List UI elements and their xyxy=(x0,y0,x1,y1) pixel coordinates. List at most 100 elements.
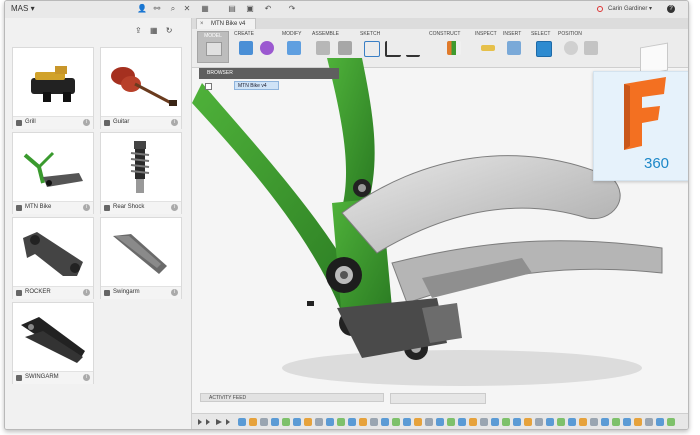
timeline-feature-icon[interactable] xyxy=(634,418,642,426)
timeline-feature-icon[interactable] xyxy=(480,418,488,426)
assemble-menu[interactable]: ASSEMBLE xyxy=(312,31,339,37)
timeline-feature-icon[interactable] xyxy=(458,418,466,426)
timeline-feature-icon[interactable] xyxy=(370,418,378,426)
undo-icon[interactable]: ↶ xyxy=(263,4,273,14)
info-icon[interactable]: i xyxy=(171,204,178,211)
browser-root-row[interactable]: MTN Bike v4 xyxy=(199,81,299,91)
grid-view-icon[interactable]: ▦ xyxy=(150,26,158,35)
person-icon[interactable]: 👤 xyxy=(137,4,147,14)
search-icon[interactable]: ⌕ xyxy=(168,4,178,14)
timeline-feature-icon[interactable] xyxy=(436,418,444,426)
box-icon[interactable] xyxy=(239,41,253,55)
close-icon[interactable]: ✕ xyxy=(182,4,192,14)
sketch-dimension-icon[interactable] xyxy=(385,41,401,57)
redo-icon[interactable]: ↷ xyxy=(287,4,297,14)
timeline-feature-icon[interactable] xyxy=(469,418,477,426)
info-icon[interactable]: i xyxy=(171,289,178,296)
timeline-feature-icon[interactable] xyxy=(271,418,279,426)
line-icon[interactable] xyxy=(406,41,420,57)
joint-icon[interactable] xyxy=(316,41,330,55)
timeline-feature-icon[interactable] xyxy=(612,418,620,426)
timeline-feature-icon[interactable] xyxy=(502,418,510,426)
timeline-feature-icon[interactable] xyxy=(381,418,389,426)
timeline-feature-icon[interactable] xyxy=(601,418,609,426)
design-card-mtn-bike[interactable]: MTN Bike i xyxy=(12,132,94,214)
user-menu[interactable]: Carin Gardiner ▾ xyxy=(608,5,652,12)
timeline-feature-icon[interactable] xyxy=(579,418,587,426)
timeline-feature-icon[interactable] xyxy=(667,418,675,426)
activity-feed-bar[interactable]: ACTIVITY FEED xyxy=(200,393,384,402)
record-icon[interactable] xyxy=(597,6,603,12)
timeline-feature-icon[interactable] xyxy=(546,418,554,426)
upload-icon[interactable]: ⇪ xyxy=(135,26,142,35)
timeline-feature-icon[interactable] xyxy=(557,418,565,426)
save-icon[interactable]: ▣ xyxy=(245,4,255,14)
timeline-feature-icon[interactable] xyxy=(414,418,422,426)
timeline-feature-icon[interactable] xyxy=(524,418,532,426)
design-card-swingarm[interactable]: Swingarm i xyxy=(100,217,182,299)
timeline-feature-icon[interactable] xyxy=(392,418,400,426)
info-icon[interactable]: i xyxy=(83,374,90,381)
construct-menu[interactable]: CONSTRUCT xyxy=(429,31,460,37)
design-card-rear-shock[interactable]: Rear Shock i xyxy=(100,132,182,214)
info-icon[interactable]: i xyxy=(171,119,178,126)
timeline-feature-icon[interactable] xyxy=(590,418,598,426)
info-icon[interactable]: i xyxy=(83,289,90,296)
timeline-feature-icon[interactable] xyxy=(304,418,312,426)
timeline-feature-icon[interactable] xyxy=(425,418,433,426)
timeline-feature-icon[interactable] xyxy=(568,418,576,426)
press-pull-icon[interactable] xyxy=(287,41,301,55)
sketch-arc-icon[interactable] xyxy=(364,41,380,57)
timeline-feature-icon[interactable] xyxy=(623,418,631,426)
timeline-feature-icon[interactable] xyxy=(359,418,367,426)
modify-menu[interactable]: MODIFY xyxy=(282,31,301,37)
navigation-bar[interactable] xyxy=(390,393,486,404)
create-menu[interactable]: CREATE xyxy=(234,31,254,37)
measure-icon[interactable] xyxy=(481,45,495,51)
position-menu[interactable]: POSITION xyxy=(558,31,582,37)
timeline-feature-icon[interactable] xyxy=(260,418,268,426)
insert-menu[interactable]: INSERT xyxy=(503,31,521,37)
timeline-feature-icon[interactable] xyxy=(348,418,356,426)
timeline-feature-icon[interactable] xyxy=(293,418,301,426)
timeline-feature-icon[interactable] xyxy=(337,418,345,426)
timeline-feature-icon[interactable] xyxy=(535,418,543,426)
visibility-toggle[interactable] xyxy=(205,83,212,90)
design-card-guitar[interactable]: Guitar i xyxy=(100,47,182,129)
sketch-menu[interactable]: SKETCH xyxy=(360,31,380,37)
browser-root-item[interactable]: MTN Bike v4 xyxy=(234,81,279,90)
revert-position-icon[interactable] xyxy=(584,41,598,55)
info-icon[interactable]: i xyxy=(83,119,90,126)
network-icon[interactable]: ⚯ xyxy=(152,4,162,14)
timeline-feature-icon[interactable] xyxy=(249,418,257,426)
file-icon[interactable]: ▤ xyxy=(227,4,237,14)
inspect-menu[interactable]: INSPECT xyxy=(475,31,497,37)
document-tab[interactable]: × MTN Bike v4 xyxy=(196,18,256,29)
timeline-features[interactable] xyxy=(192,414,688,430)
timeline-feature-icon[interactable] xyxy=(513,418,521,426)
timeline[interactable] xyxy=(192,413,688,430)
timeline-feature-icon[interactable] xyxy=(447,418,455,426)
timeline-feature-icon[interactable] xyxy=(403,418,411,426)
info-icon[interactable]: i xyxy=(83,204,90,211)
timeline-feature-icon[interactable] xyxy=(645,418,653,426)
timeline-feature-icon[interactable] xyxy=(315,418,323,426)
plane-icon[interactable] xyxy=(447,41,461,55)
insert-image-icon[interactable] xyxy=(507,41,521,55)
as-built-joint-icon[interactable] xyxy=(338,41,352,55)
timeline-feature-icon[interactable] xyxy=(491,418,499,426)
sphere-icon[interactable] xyxy=(260,41,274,55)
design-card-swingarm-2[interactable]: SWINGARM i xyxy=(12,302,94,384)
select-menu[interactable]: SELECT xyxy=(531,31,550,37)
browser-panel-header[interactable]: BROWSER xyxy=(199,68,339,79)
grid-icon[interactable]: ▦ xyxy=(200,4,210,14)
design-card-grill[interactable]: Grill i xyxy=(12,47,94,129)
timeline-feature-icon[interactable] xyxy=(238,418,246,426)
help-icon[interactable]: ? xyxy=(667,5,675,13)
capture-position-icon[interactable] xyxy=(564,41,578,55)
timeline-feature-icon[interactable] xyxy=(282,418,290,426)
timeline-feature-icon[interactable] xyxy=(656,418,664,426)
refresh-icon[interactable]: ↻ xyxy=(166,26,173,35)
timeline-feature-icon[interactable] xyxy=(326,418,334,426)
project-selector[interactable]: MAS ▾ xyxy=(11,4,35,13)
